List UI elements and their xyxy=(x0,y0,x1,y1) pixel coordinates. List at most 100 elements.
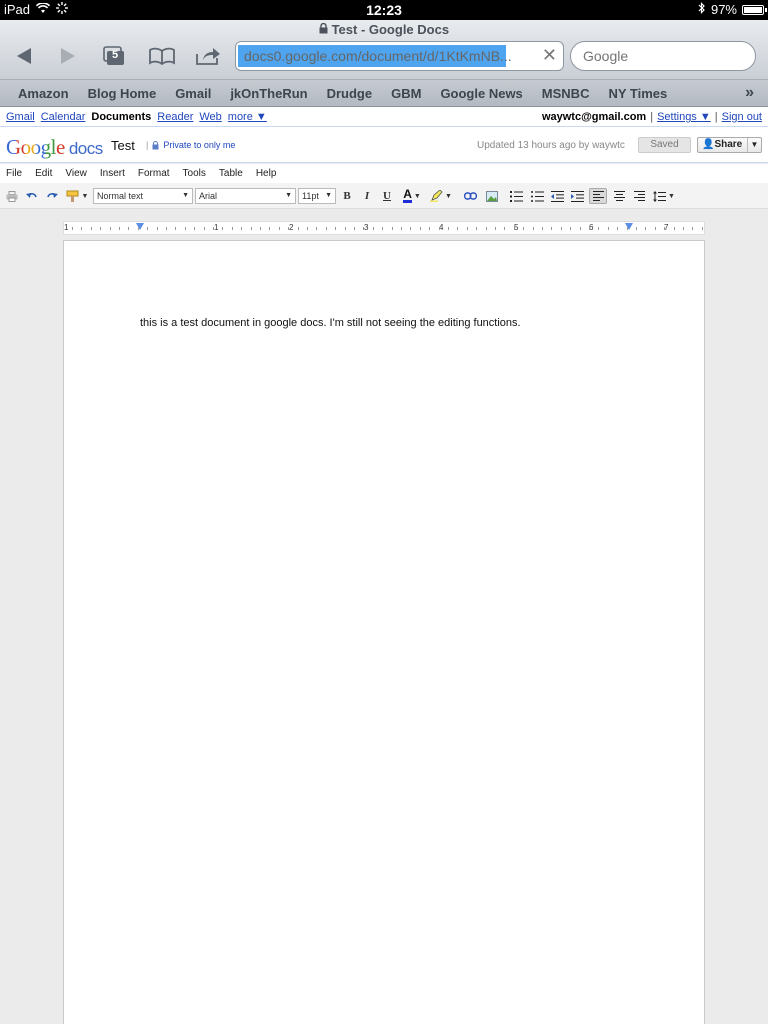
search-input[interactable] xyxy=(571,42,755,70)
ruler-tick xyxy=(166,227,167,230)
ruler-tick xyxy=(297,227,299,230)
menu-insert[interactable]: Insert xyxy=(100,168,125,179)
ruler-tick xyxy=(137,227,139,230)
more-bookmarks-icon[interactable]: » xyxy=(745,84,754,102)
ruler-tick xyxy=(401,227,402,230)
share-action-button[interactable] xyxy=(193,44,223,68)
sign-out-link[interactable]: Sign out xyxy=(722,111,762,123)
ruler-tick xyxy=(542,227,543,230)
ruler[interactable]: 1 1 2 3 4 5 6 7 xyxy=(63,221,705,235)
search-field[interactable] xyxy=(570,41,756,71)
bookmarks-button[interactable] xyxy=(147,44,177,68)
increase-indent-button[interactable] xyxy=(569,188,585,204)
bookmark-google-news[interactable]: Google News xyxy=(440,86,522,101)
paint-format-button[interactable]: ▼ xyxy=(64,188,90,204)
back-button[interactable] xyxy=(9,44,39,68)
insert-image-button[interactable] xyxy=(484,188,499,204)
document-body-text[interactable]: this is a test document in google docs. … xyxy=(140,317,521,329)
italic-button[interactable]: I xyxy=(360,188,374,204)
align-right-button[interactable] xyxy=(631,188,647,204)
ruler-tick xyxy=(701,227,703,230)
ruler-tick xyxy=(147,227,149,230)
bookmark-drudge[interactable]: Drudge xyxy=(327,86,373,101)
ruler-tick xyxy=(344,227,346,230)
menu-table[interactable]: Table xyxy=(219,168,243,179)
align-left-icon xyxy=(592,191,604,201)
saved-button[interactable]: Saved xyxy=(638,137,691,153)
text-color-icon: A xyxy=(403,187,412,203)
ruler-tick xyxy=(692,227,694,230)
numbered-list-button[interactable] xyxy=(508,188,524,204)
numbered-list-icon xyxy=(509,190,523,202)
chevron-down-icon: ▼ xyxy=(445,192,452,200)
share-dropdown-icon[interactable]: ▼ xyxy=(747,138,761,152)
decrease-indent-button[interactable] xyxy=(549,188,565,204)
forward-button[interactable] xyxy=(53,44,83,68)
menu-view[interactable]: View xyxy=(65,168,87,179)
gbar-link-gmail[interactable]: Gmail xyxy=(6,111,35,123)
bulleted-list-button[interactable] xyxy=(529,188,545,204)
bold-button[interactable]: B xyxy=(340,188,354,204)
print-button[interactable] xyxy=(5,188,19,204)
privacy-label: Private to only me xyxy=(163,140,236,150)
bookmark-gmail[interactable]: Gmail xyxy=(175,86,211,101)
clear-url-icon[interactable]: ✕ xyxy=(542,45,557,66)
ruler-tick xyxy=(391,227,393,230)
settings-link[interactable]: Settings ▼ xyxy=(657,111,711,123)
gbar-link-calendar[interactable]: Calendar xyxy=(41,111,86,123)
align-center-icon xyxy=(613,191,625,201)
gbar-link-more[interactable]: more ▼ xyxy=(228,111,267,123)
menu-format[interactable]: Format xyxy=(138,168,170,179)
insert-link-button[interactable] xyxy=(463,188,478,204)
ruler-tick xyxy=(504,227,506,230)
account-email: waywtc@gmail.com xyxy=(541,111,647,123)
ruler-tick xyxy=(513,227,515,230)
chevron-down-icon: ▼ xyxy=(668,192,675,200)
privacy-indicator[interactable]: | Private to only me xyxy=(146,140,235,150)
ruler-tick xyxy=(278,227,280,230)
bookmark-blog-home[interactable]: Blog Home xyxy=(88,86,157,101)
font-size-select[interactable]: 11pt ▼ xyxy=(298,188,336,204)
back-arrow-icon xyxy=(17,48,31,64)
menu-edit[interactable]: Edit xyxy=(35,168,52,179)
ruler-tick xyxy=(81,227,83,230)
menu-help[interactable]: Help xyxy=(256,168,277,179)
lock-icon xyxy=(319,22,332,37)
redo-button[interactable] xyxy=(44,188,60,204)
url-field[interactable]: docs0.google.com/document/d/1KtKmNB... ✕ xyxy=(235,41,564,71)
ruler-tick xyxy=(354,227,355,230)
menu-tools[interactable]: Tools xyxy=(183,168,206,179)
ruler-tick xyxy=(119,227,120,230)
gbar-link-web[interactable]: Web xyxy=(199,111,221,123)
line-spacing-button[interactable]: ▼ xyxy=(651,188,677,204)
book-icon xyxy=(149,47,175,65)
align-left-button[interactable] xyxy=(589,188,607,204)
bookmark-ny-times[interactable]: NY Times xyxy=(608,86,667,101)
bookmark-msnbc[interactable]: MSNBC xyxy=(542,86,590,101)
ruler-tick xyxy=(673,227,675,230)
browser-title: Test - Google Docs xyxy=(331,22,450,37)
text-color-button[interactable]: A ▼ xyxy=(399,188,425,204)
bookmarks-bar: Amazon Blog Home Gmail jkOnTheRun Drudge… xyxy=(0,80,768,107)
share-button[interactable]: 👤Share ▼ xyxy=(697,137,762,153)
font-select[interactable]: Arial ▼ xyxy=(195,188,296,204)
bookmark-jkontherun[interactable]: jkOnTheRun xyxy=(230,86,307,101)
underline-button[interactable]: U xyxy=(380,188,394,204)
bookmark-gbm[interactable]: GBM xyxy=(391,86,421,101)
align-center-button[interactable] xyxy=(611,188,627,204)
pages-button[interactable]: 5 xyxy=(97,44,127,68)
menu-file[interactable]: File xyxy=(6,168,22,179)
google-docs-logo[interactable]: Google docs xyxy=(6,135,103,160)
share-label: Share xyxy=(714,139,743,150)
gbar-link-reader[interactable]: Reader xyxy=(157,111,193,123)
bookmark-amazon[interactable]: Amazon xyxy=(18,86,69,101)
increase-indent-icon xyxy=(570,190,584,202)
document-title[interactable]: Test xyxy=(111,138,135,153)
undo-button[interactable] xyxy=(24,188,40,204)
ruler-tick xyxy=(316,227,318,230)
highlight-color-button[interactable]: ▼ xyxy=(428,188,454,204)
style-select[interactable]: Normal text ▼ xyxy=(93,188,193,204)
document-page[interactable]: this is a test document in google docs. … xyxy=(63,240,705,1024)
ruler-tick xyxy=(335,227,337,230)
logo-docs-text: docs xyxy=(68,139,103,158)
